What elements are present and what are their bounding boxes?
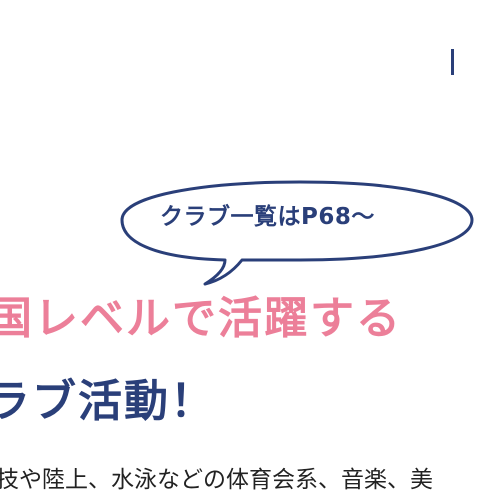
body-paragraph: 技や陸上、水泳などの体育会系、音楽、美 [0, 467, 433, 493]
club-list-reference-label: クラブ一覧はP68～ [160, 204, 375, 230]
page: クラブ一覧はP68～ 国レベルで活躍する ラブ活動！ 技や陸上、水泳などの体育会… [0, 0, 500, 500]
headline-line-1: 国レベルで活躍する [0, 293, 402, 344]
speech-bubble-outline [120, 180, 474, 286]
headline-line-2: ラブ活動！ [0, 376, 216, 427]
